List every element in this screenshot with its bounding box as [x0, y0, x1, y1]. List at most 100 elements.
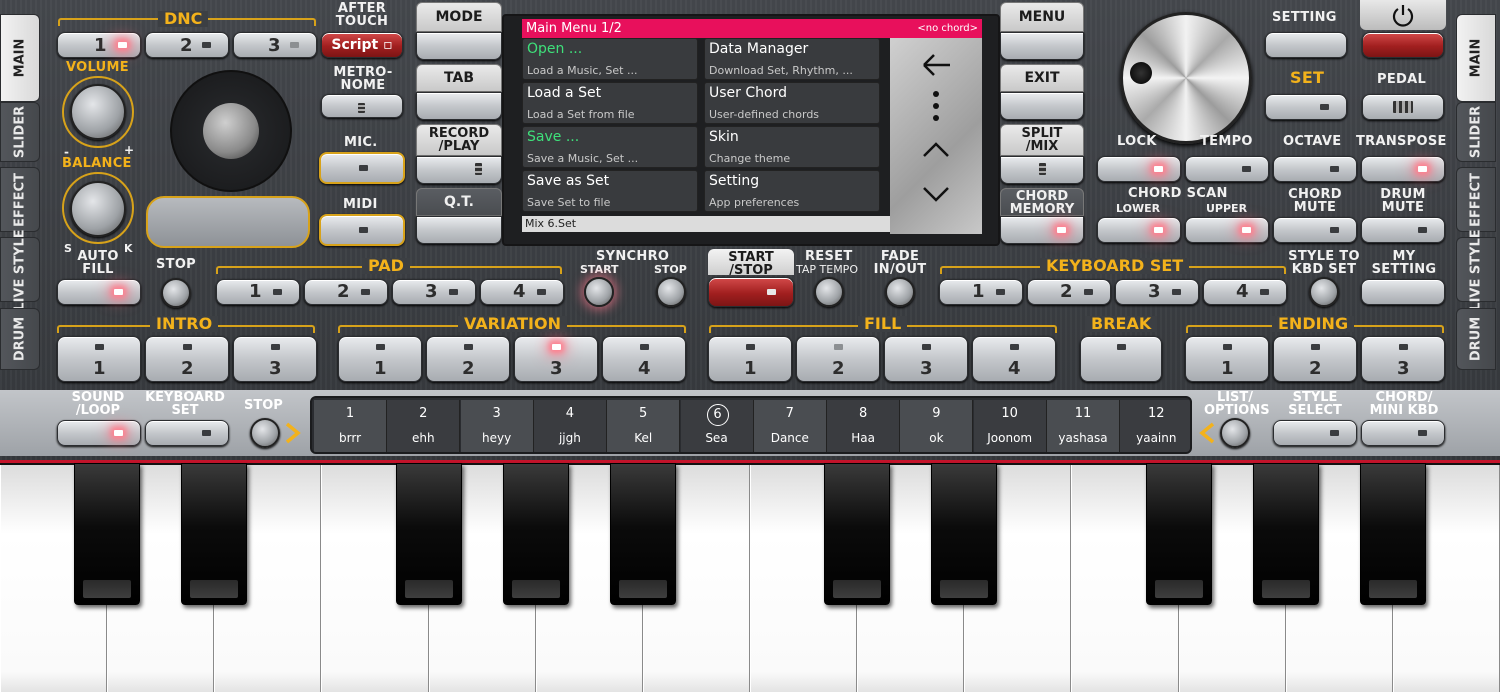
power-button[interactable]	[1362, 32, 1444, 58]
fill-button-3[interactable]: 3	[884, 336, 968, 382]
chord-scan-upper-button[interactable]	[1185, 217, 1269, 243]
side-tab-drum-right[interactable]: DRUM	[1456, 308, 1496, 370]
sound-loop-button[interactable]	[57, 420, 141, 446]
script-button[interactable]: Script ▫	[321, 32, 403, 58]
side-tab-effect-left[interactable]: EFFECT	[0, 167, 40, 232]
fill-button-1[interactable]: 1	[708, 336, 792, 382]
split-mix-button[interactable]	[1000, 156, 1084, 184]
menu-item-load-set[interactable]: Load a Set Load a Set from file	[522, 82, 698, 124]
synchro-start-button[interactable]	[584, 277, 614, 307]
mode-button[interactable]	[416, 32, 502, 60]
side-tab-livestyle-left[interactable]: LIVE STYLE	[0, 229, 40, 310]
intro-button-2[interactable]: 2	[145, 336, 229, 382]
dnc-button-2[interactable]: 2	[145, 32, 229, 58]
style-slot-9[interactable]: 9 ok	[900, 400, 974, 452]
synchro-stop-button[interactable]	[656, 277, 686, 307]
kbd-set-button-3[interactable]: 3	[1115, 279, 1199, 305]
intro-button-1[interactable]: 1	[57, 336, 141, 382]
pad-stop-button[interactable]	[161, 278, 191, 308]
set-button[interactable]	[1265, 94, 1347, 120]
start-stop-button[interactable]	[708, 277, 794, 307]
pad-button-1[interactable]: 1	[216, 279, 300, 305]
chevron-up-icon[interactable]	[922, 142, 950, 158]
black-key[interactable]	[824, 463, 891, 605]
chord-memory-button[interactable]	[1000, 216, 1084, 244]
reset-tap-button[interactable]	[814, 277, 844, 307]
side-tab-slider-right[interactable]: SLIDER	[1456, 102, 1496, 162]
style-slot-8[interactable]: 8 Haa	[827, 400, 901, 452]
lock-button[interactable]	[1097, 156, 1181, 182]
variation-button-2[interactable]: 2	[426, 336, 510, 382]
balance-knob[interactable]	[70, 181, 126, 237]
chord-mini-kbd-button[interactable]	[1361, 420, 1445, 446]
volume-knob[interactable]	[70, 84, 126, 140]
mic-button[interactable]	[319, 152, 405, 184]
style-slot-10[interactable]: 10 Joonom	[973, 400, 1047, 452]
style-slot-4[interactable]: 4 jjgh	[533, 400, 607, 452]
joystick-handle[interactable]	[203, 103, 259, 159]
exit-button[interactable]	[1000, 92, 1084, 120]
transpose-button[interactable]	[1361, 156, 1445, 182]
fill-button-2[interactable]: 2	[796, 336, 880, 382]
variation-button-1[interactable]: 1	[338, 336, 422, 382]
menu-item-user-chord[interactable]: User Chord User-defined chords	[704, 82, 880, 124]
black-key[interactable]	[609, 463, 676, 605]
back-arrow-icon[interactable]	[920, 52, 952, 78]
ending-button-3[interactable]: 3	[1361, 336, 1445, 382]
menu-item-save-as-set[interactable]: Save as Set Save Set to file	[522, 170, 698, 212]
style-slot-6[interactable]: 6 Sea	[680, 400, 754, 452]
variation-button-4[interactable]: 4	[602, 336, 686, 382]
black-key[interactable]	[1252, 463, 1319, 605]
qt-button[interactable]	[416, 216, 502, 244]
record-play-button[interactable]	[416, 156, 502, 184]
fill-button-4[interactable]: 4	[972, 336, 1056, 382]
auto-fill-button[interactable]	[57, 279, 141, 305]
side-tab-main-left[interactable]: MAIN	[0, 14, 40, 102]
midi-button[interactable]	[319, 214, 405, 246]
keyboard-set-bottom-button[interactable]	[145, 420, 229, 446]
black-key[interactable]	[181, 463, 248, 605]
tempo-button[interactable]	[1185, 156, 1269, 182]
style-slot-11[interactable]: 11 yashasa	[1047, 400, 1120, 452]
chevron-down-icon[interactable]	[922, 186, 950, 202]
menu-item-skin[interactable]: Skin Change theme	[704, 126, 880, 168]
style-slot-7[interactable]: 7 Dance	[753, 400, 827, 452]
black-key[interactable]	[1145, 463, 1212, 605]
pad-button-2[interactable]: 2	[304, 279, 388, 305]
side-tab-main-right[interactable]: MAIN	[1456, 14, 1496, 102]
black-key[interactable]	[1359, 463, 1426, 605]
chord-scan-lower-button[interactable]	[1097, 217, 1181, 243]
style-select-button[interactable]	[1273, 420, 1357, 446]
ending-button-2[interactable]: 2	[1273, 336, 1357, 382]
black-key[interactable]	[931, 463, 998, 605]
tab-button[interactable]	[416, 92, 502, 120]
style-slot-2[interactable]: 2 ehh	[387, 400, 461, 452]
more-vert-icon[interactable]	[930, 90, 942, 122]
chord-mute-button[interactable]	[1273, 217, 1357, 243]
pad-button-3[interactable]: 3	[392, 279, 476, 305]
menu-item-open[interactable]: Open ... Load a Music, Set ...	[522, 38, 698, 80]
black-key[interactable]	[502, 463, 569, 605]
menu-item-setting[interactable]: Setting App preferences	[704, 170, 880, 212]
list-options-button[interactable]	[1220, 418, 1250, 448]
menu-button[interactable]	[1000, 32, 1084, 60]
side-tab-effect-right[interactable]: EFFECT	[1456, 167, 1496, 232]
kbd-set-button-4[interactable]: 4	[1203, 279, 1287, 305]
style-to-kbd-button[interactable]	[1309, 277, 1339, 307]
black-key[interactable]	[74, 463, 141, 605]
variation-button-3[interactable]: 3	[514, 336, 598, 382]
black-key[interactable]	[395, 463, 462, 605]
ending-button-1[interactable]: 1	[1185, 336, 1269, 382]
kbd-set-button-1[interactable]: 1	[939, 279, 1023, 305]
style-slot-3[interactable]: 3 heyy	[460, 400, 534, 452]
pad-button-4[interactable]: 4	[480, 279, 564, 305]
setting-button[interactable]	[1265, 32, 1347, 58]
menu-item-data-manager[interactable]: Data Manager Download Set, Rhythm, ...	[704, 38, 880, 80]
break-button[interactable]	[1080, 336, 1162, 382]
side-tab-slider-left[interactable]: SLIDER	[0, 102, 40, 162]
intro-button-3[interactable]: 3	[233, 336, 317, 382]
pedal-button[interactable]	[1362, 94, 1444, 120]
dnc-button-3[interactable]: 3	[233, 32, 317, 58]
my-setting-button[interactable]	[1361, 279, 1445, 305]
drum-mute-button[interactable]	[1361, 217, 1445, 243]
